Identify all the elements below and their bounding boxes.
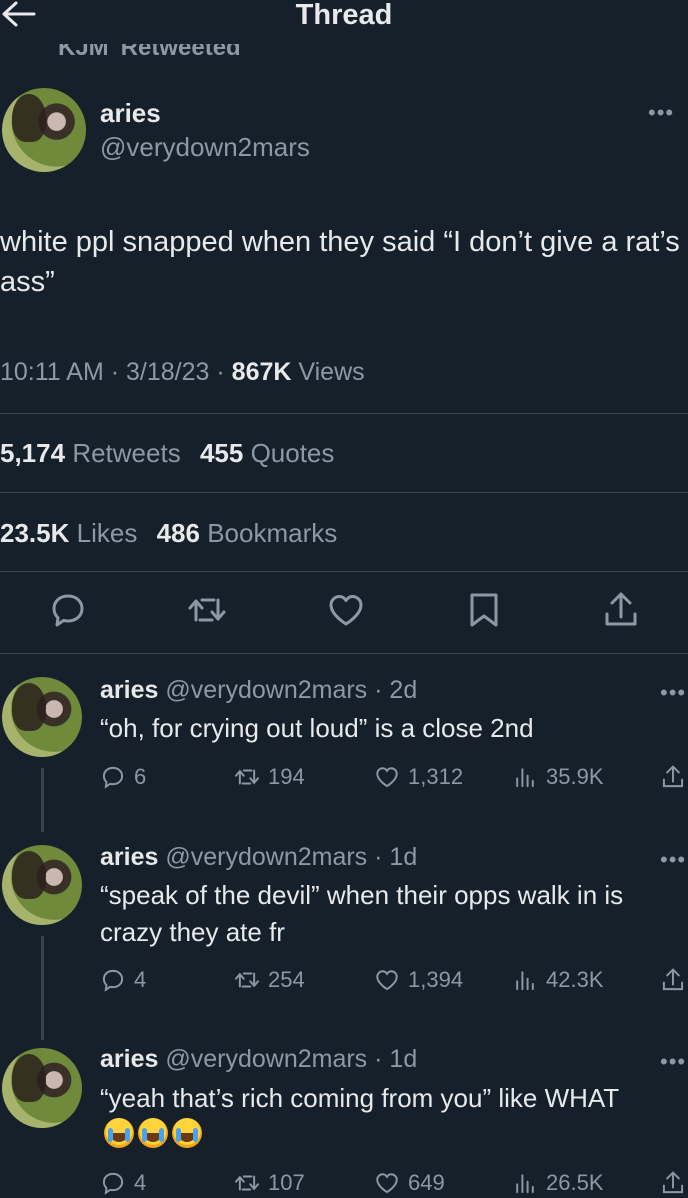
reply-icon — [102, 1172, 124, 1195]
thread-connector-line — [41, 936, 44, 1040]
reply-button[interactable]: 4 — [100, 967, 146, 993]
reply-action-bar: 6 194 1,312 35.9K — [100, 764, 688, 794]
divider — [0, 653, 688, 654]
reply-icon[interactable] — [48, 590, 88, 630]
retweeted-label: Retweeted — [120, 44, 241, 61]
reply-action-bar: 4 107 649 26.5K — [100, 1170, 688, 1198]
avatar[interactable] — [2, 677, 82, 757]
more-dots-icon[interactable]: ••• — [660, 680, 686, 706]
retweeter-name: KJM — [58, 44, 109, 61]
stats-likes-bookmarks: 23.5K Likes 486 Bookmarks — [0, 518, 337, 549]
views-count: 867K — [231, 358, 292, 386]
reply-button[interactable]: 6 — [100, 764, 146, 790]
tweet-text: white ppl snapped when they said “I don’… — [0, 226, 680, 298]
reply-button[interactable]: 4 — [100, 1170, 146, 1196]
author-handle[interactable]: @verydown2mars — [100, 132, 310, 163]
like-button[interactable]: 649 — [374, 1170, 445, 1196]
share-icon[interactable] — [601, 590, 641, 630]
views-bar-icon — [516, 1174, 534, 1194]
reply-header[interactable]: aries @verydown2mars · 1d — [100, 1045, 417, 1074]
heart-icon — [376, 1173, 398, 1194]
like-button[interactable]: 1,394 — [374, 967, 463, 993]
more-dots-icon[interactable]: ••• — [648, 100, 674, 126]
author-name[interactable]: aries — [100, 98, 161, 129]
reply-text: “speak of the devil” when their opps wal… — [100, 880, 624, 947]
divider — [0, 571, 688, 572]
heart-icon — [376, 970, 398, 991]
heart-icon — [376, 767, 398, 788]
reply-header[interactable]: aries @verydown2mars · 1d — [100, 843, 417, 872]
retweeted-by-bar[interactable]: KJM Retweeted — [58, 44, 241, 68]
share-button[interactable] — [660, 967, 686, 993]
reply-icon — [102, 766, 124, 789]
more-dots-icon[interactable]: ••• — [660, 847, 686, 873]
avatar[interactable] — [2, 88, 86, 172]
reply-text: “yeah that’s rich coming from you” like … — [100, 1080, 620, 1154]
divider — [0, 413, 688, 414]
views-bar-icon — [516, 768, 534, 788]
avatar[interactable] — [2, 1048, 82, 1128]
share-icon — [662, 968, 684, 991]
views-button[interactable]: 26.5K — [512, 1170, 604, 1196]
tweet-time: 10:11 AM — [0, 358, 104, 386]
retweet-icon — [234, 972, 260, 988]
share-icon — [662, 765, 684, 788]
thread-connector-line — [41, 768, 44, 832]
avatar[interactable] — [2, 845, 82, 925]
share-icon — [662, 1171, 684, 1194]
retweets-stat[interactable]: 5,174 Retweets — [0, 438, 181, 468]
stats-retweets-quotes: 5,174 Retweets 455 Quotes — [0, 438, 334, 469]
share-button[interactable] — [660, 764, 686, 790]
page-title: Thread — [295, 0, 393, 31]
quotes-stat[interactable]: 455 Quotes — [200, 438, 334, 468]
retweet-button[interactable]: 254 — [234, 967, 305, 993]
tweet-action-bar — [0, 590, 688, 636]
views-label: Views — [298, 358, 365, 386]
views-bar-icon — [516, 971, 534, 991]
reply-action-bar: 4 254 1,394 42.3K — [100, 967, 688, 997]
loudly-crying-face-emoji — [104, 1118, 134, 1148]
divider — [0, 492, 688, 493]
retweet-icon — [234, 769, 260, 785]
tweet-date: 3/18/23 — [126, 358, 210, 386]
retweet-icon — [234, 1175, 260, 1191]
bookmark-icon[interactable] — [464, 590, 504, 630]
share-button[interactable] — [660, 1170, 686, 1196]
like-button[interactable]: 1,312 — [374, 764, 463, 790]
likes-stat[interactable]: 23.5K Likes — [0, 518, 137, 548]
retweet-button[interactable]: 107 — [234, 1170, 305, 1196]
reply-header[interactable]: aries @verydown2mars · 2d — [100, 676, 417, 705]
retweet-icon[interactable] — [187, 590, 227, 630]
tweet-meta: 10:11 AM · 3/18/23 · 867K Views — [0, 358, 365, 386]
reply-text: “oh, for crying out loud” is a close 2nd — [100, 713, 534, 743]
heart-icon[interactable] — [326, 590, 366, 630]
loudly-crying-face-emoji — [138, 1118, 168, 1148]
retweet-button[interactable]: 194 — [234, 764, 305, 790]
bookmarks-stat[interactable]: 486 Bookmarks — [157, 518, 338, 548]
views-button[interactable]: 35.9K — [512, 764, 604, 790]
views-button[interactable]: 42.3K — [512, 967, 604, 993]
reply-icon — [102, 969, 124, 992]
loudly-crying-face-emoji — [172, 1118, 202, 1148]
more-dots-icon[interactable]: ••• — [660, 1049, 686, 1075]
top-bar: Thread — [0, 0, 688, 34]
